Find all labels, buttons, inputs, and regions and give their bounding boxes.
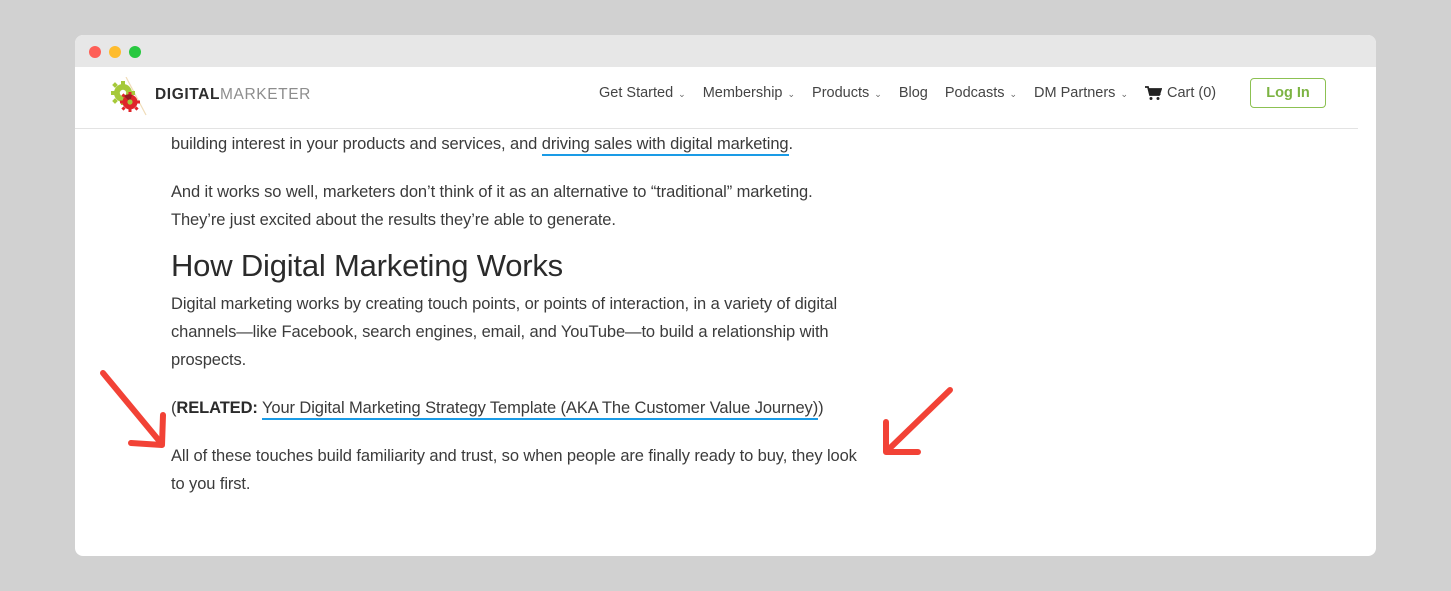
- nav-products[interactable]: Products ⌄: [812, 85, 882, 101]
- nav-dm-partners[interactable]: DM Partners ⌄: [1034, 85, 1128, 101]
- browser-window: That's why, for better marketing results…: [75, 35, 1376, 556]
- chevron-down-icon: ⌄: [1120, 88, 1128, 99]
- nav-blog[interactable]: Blog: [899, 85, 928, 101]
- main-nav: Get Started ⌄ Membership ⌄ Products ⌄ Blog …: [599, 85, 1232, 101]
- login-button[interactable]: Log In: [1250, 78, 1326, 108]
- nav-membership[interactable]: Membership ⌄: [703, 85, 795, 101]
- maximize-window-button[interactable]: [129, 46, 141, 58]
- related-strategy-template-link[interactable]: Your Digital Marketing Strategy Template…: [261, 399, 818, 420]
- right-annotation-arrow-icon: [883, 387, 953, 455]
- section-heading: How Digital Marketing Works: [171, 248, 563, 283]
- gears-logo-icon: [111, 77, 147, 116]
- paragraph-works-well: And it works so well, marketers don’t th…: [171, 183, 813, 229]
- left-annotation-arrow-icon: [100, 370, 166, 448]
- related-callout: (RELATED: Your Digital Marketing Strateg…: [171, 394, 871, 422]
- logo-wordmark: DIGITALMARKETER: [155, 86, 311, 103]
- nav-get-started[interactable]: Get Started ⌄: [599, 85, 686, 101]
- driving-sales-link[interactable]: driving sales with digital marketing: [541, 135, 789, 156]
- chevron-down-icon: ⌄: [787, 88, 796, 99]
- paragraph-familiarity: All of these touches build familiarity a…: [171, 447, 857, 493]
- paragraph-touch-points: Digital marketing works by creating touc…: [171, 295, 838, 369]
- close-window-button[interactable]: [89, 46, 101, 58]
- nav-podcasts[interactable]: Podcasts ⌄: [945, 85, 1017, 101]
- digitalmarketer-logo[interactable]: DIGITALMARKETER: [108, 77, 310, 117]
- cart-icon: [1144, 85, 1162, 100]
- site-header: DIGITALMARKETER Get Started ⌄ Membership ⌄…: [75, 67, 1358, 129]
- chevron-down-icon: ⌄: [874, 88, 882, 99]
- article-body: That's why, for better marketing results…: [171, 107, 871, 518]
- chevron-down-icon: ⌄: [1009, 88, 1018, 99]
- chevron-down-icon: ⌄: [678, 88, 686, 99]
- title-bar: [75, 35, 1376, 67]
- related-label: RELATED:: [176, 399, 258, 417]
- minimize-window-button[interactable]: [109, 46, 121, 58]
- cart-link[interactable]: Cart (0): [1144, 85, 1216, 101]
- page-content: That's why, for better marketing results…: [75, 67, 1376, 556]
